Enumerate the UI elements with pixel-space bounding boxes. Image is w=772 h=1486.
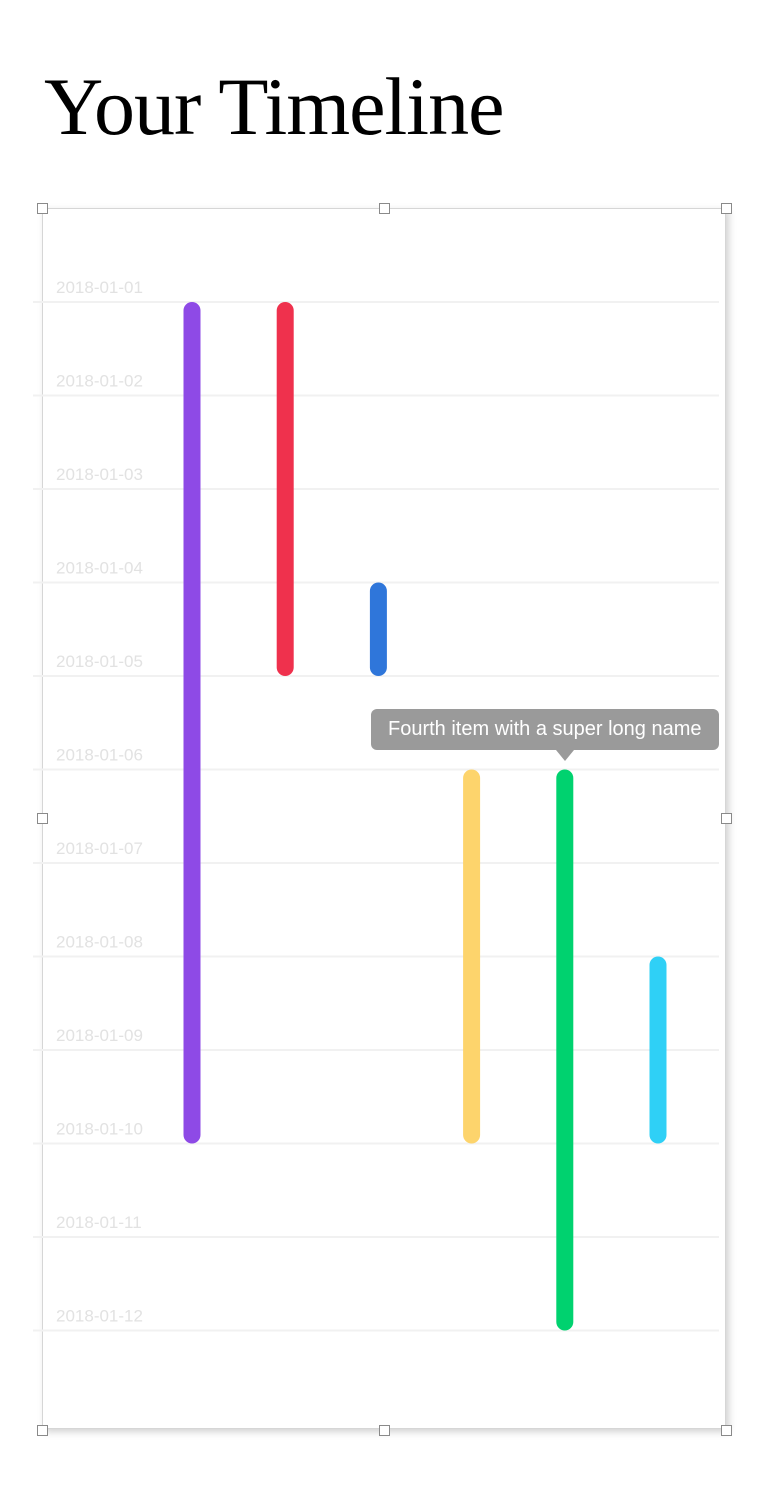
resize-handle-bottom-left[interactable] xyxy=(37,1425,48,1436)
resize-handle-middle-right[interactable] xyxy=(721,813,732,824)
tick-label-2018-01-06: 2018-01-06 xyxy=(56,746,143,765)
tick-label-2018-01-09: 2018-01-09 xyxy=(56,1026,143,1045)
tick-label-2018-01-04: 2018-01-04 xyxy=(56,559,143,578)
tick-label-2018-01-03: 2018-01-03 xyxy=(56,465,143,484)
timeline-item-bar-5[interactable] xyxy=(556,769,574,1331)
item-tooltip: Fourth item with a super long name xyxy=(371,708,719,750)
tick-label-2018-01-02: 2018-01-02 xyxy=(56,372,143,391)
timeline-item-bar-3[interactable] xyxy=(369,582,387,677)
resize-handle-top-left[interactable] xyxy=(37,203,48,214)
timeline-chart: 2018-01-01 2018-01-02 2018-01-03 2018-01-04… xyxy=(33,278,719,1332)
resize-handle-bottom-center[interactable] xyxy=(379,1425,390,1436)
timeline-item-bar-4[interactable] xyxy=(463,769,481,1144)
tick-label-2018-01-05: 2018-01-05 xyxy=(56,652,143,671)
tick-label-2018-01-08: 2018-01-08 xyxy=(56,933,143,952)
timeline-chart-container[interactable]: 2018-01-01 2018-01-02 2018-01-03 2018-01-04… xyxy=(33,203,732,1436)
tick-label-2018-01-07: 2018-01-07 xyxy=(56,839,143,858)
tick-label-2018-01-01: 2018-01-01 xyxy=(56,278,143,297)
resize-handle-top-right[interactable] xyxy=(721,203,732,214)
resize-handle-bottom-right[interactable] xyxy=(721,1425,732,1436)
tooltip-arrow xyxy=(555,749,574,761)
page-title: Your Timeline xyxy=(44,61,504,152)
tick-label-2018-01-12: 2018-01-12 xyxy=(56,1307,143,1326)
tick-label-2018-01-11: 2018-01-11 xyxy=(56,1213,142,1232)
timeline-item-bar-2[interactable] xyxy=(276,302,294,676)
timeline-item-bar-6[interactable] xyxy=(649,956,667,1144)
resize-handle-top-center[interactable] xyxy=(379,203,390,214)
tick-label-2018-01-10: 2018-01-10 xyxy=(56,1120,143,1139)
resize-handle-middle-left[interactable] xyxy=(37,813,48,824)
timeline-item-bar-1[interactable] xyxy=(183,302,201,1144)
